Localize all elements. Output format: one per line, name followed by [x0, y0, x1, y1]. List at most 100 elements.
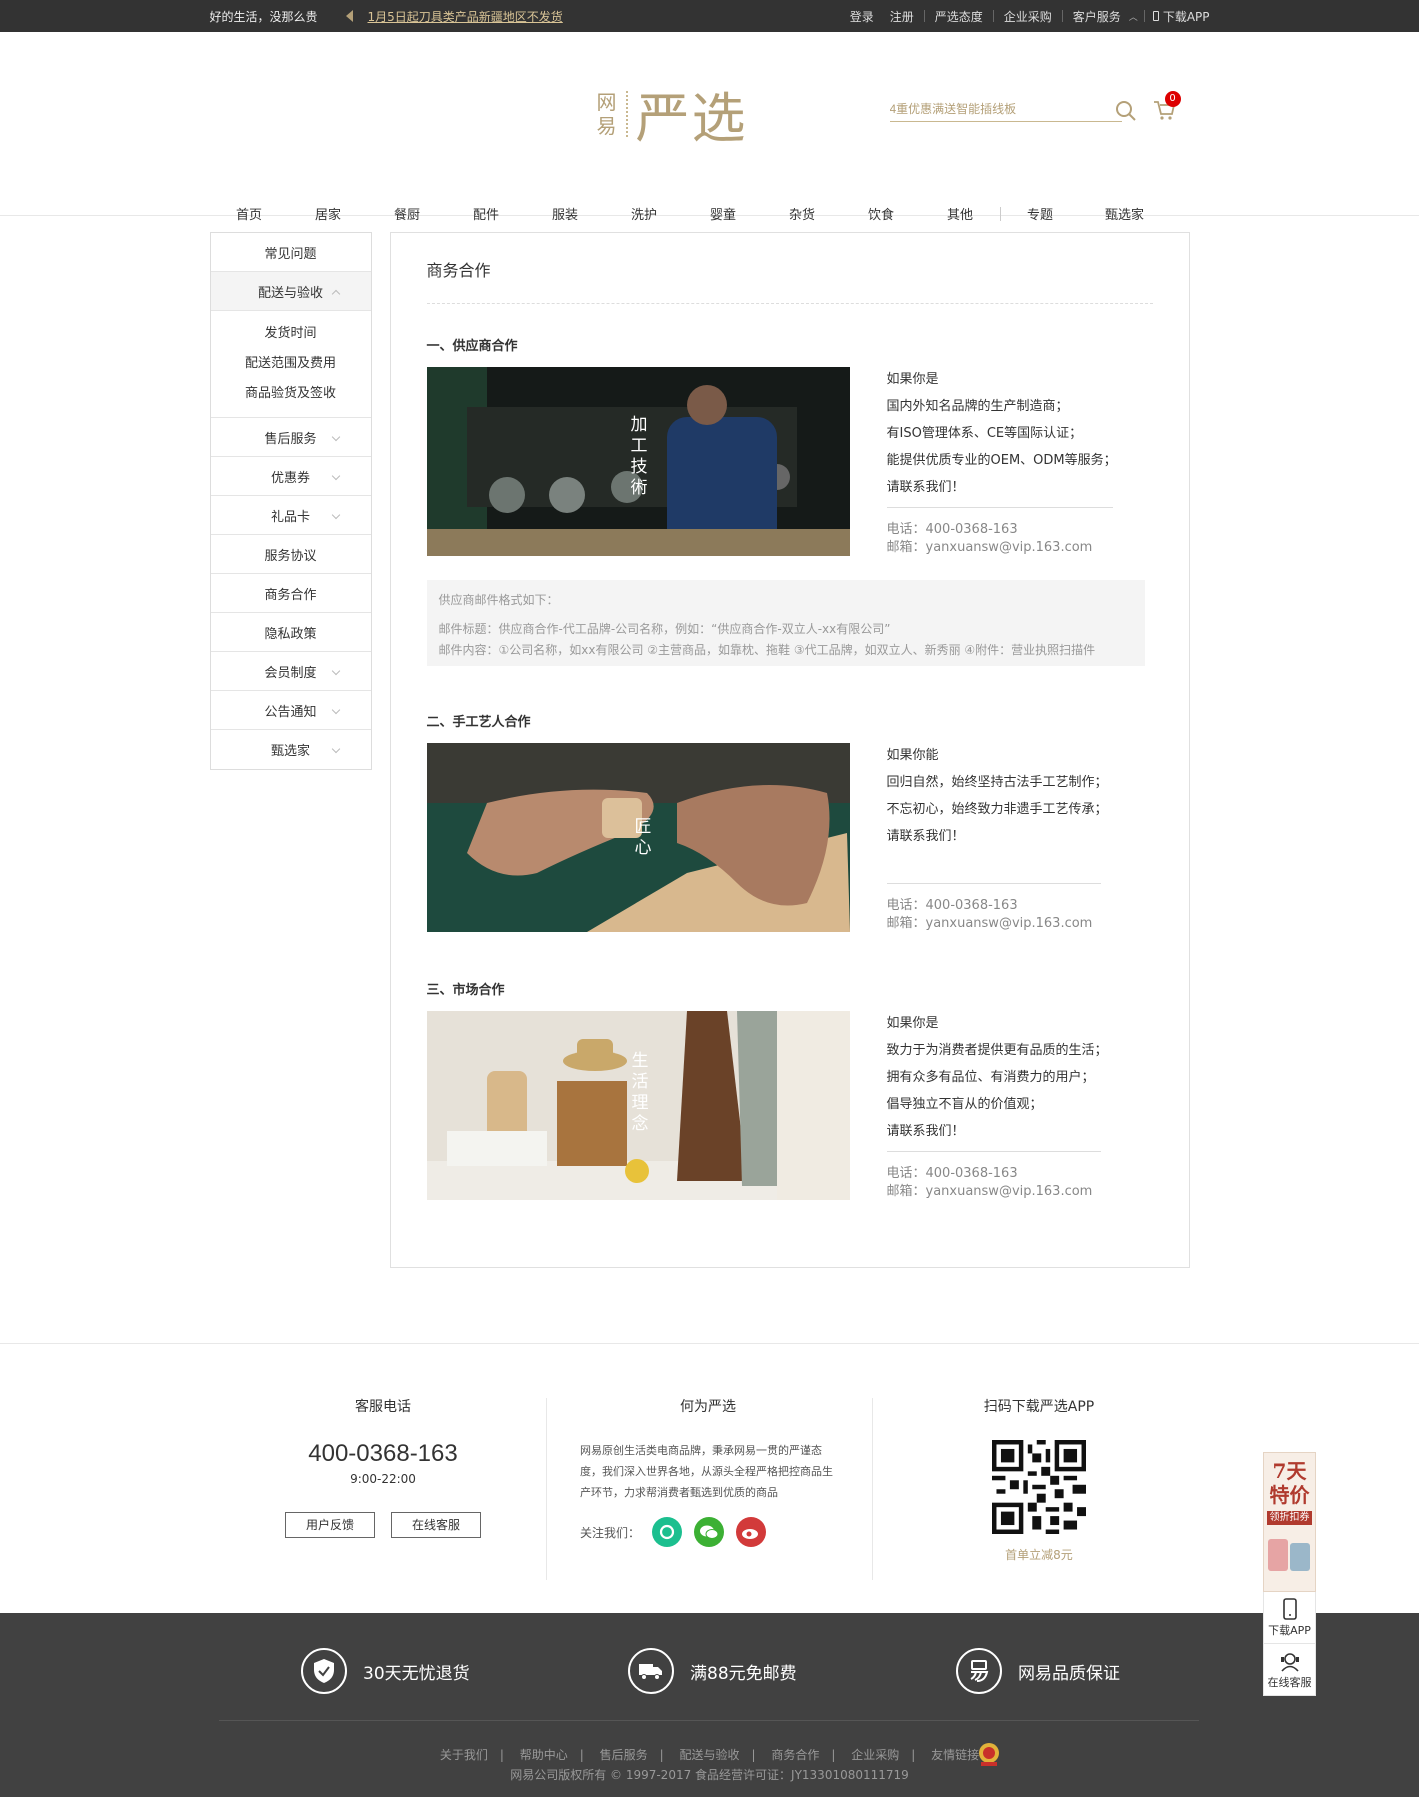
supplier-description: 如果你是 国内外知名品牌的生产制造商； 有ISO管理体系、CE等国际认证； 能提… — [887, 366, 1117, 501]
sidebar-item-gift-card[interactable]: 礼品卡 — [210, 496, 371, 535]
service-phone: 400-0368-163 — [308, 1440, 458, 1467]
title-divider — [426, 303, 1153, 304]
section-title-craftsman: 二、手工艺人合作 — [426, 715, 531, 730]
contact-email: 邮箱：yanxuansw@vip.163.com — [886, 916, 1093, 931]
sidebar-item-business[interactable]: 商务合作 — [210, 574, 371, 613]
sidebar-sub-item-ship-time[interactable]: 发货时间 — [211, 319, 371, 349]
notice-link[interactable]: 1月5日起刀具类产品新疆地区不发货 — [345, 8, 563, 25]
enterprise-link[interactable]: 企业采购 — [996, 8, 1060, 25]
footer-link-enterprise[interactable]: 企业采购 — [851, 1748, 899, 1762]
float-online-service[interactable]: 在线客服 — [1263, 1644, 1316, 1696]
footer-link-friends[interactable]: 友情链接 — [931, 1748, 979, 1762]
float-download-label: 下载APP — [1268, 1624, 1311, 1637]
special-offer-banner[interactable]: 7天特价 领折扣券 — [1263, 1452, 1316, 1592]
police-badge-icon[interactable] — [976, 1741, 1002, 1767]
search-input[interactable] — [889, 102, 1090, 116]
footer-divider — [872, 1398, 873, 1580]
copyright: 网易公司版权所有 © 1997-2017 食品经营许可证：JY133010801… — [510, 1768, 909, 1782]
sidebar-item-delivery[interactable]: 配送与验收 — [210, 272, 371, 311]
qr-code-icon — [992, 1440, 1086, 1534]
chevron-down-icon — [331, 744, 340, 754]
attitude-link[interactable]: 严选态度 — [927, 8, 991, 25]
weibo-icon[interactable] — [736, 1517, 767, 1547]
promise-shipping-label: 满88元免邮费 — [690, 1663, 797, 1684]
contact-phone: 电话：400-0368-163 — [886, 522, 1018, 537]
email-format-content: 邮件内容：①公司名称，如xx有限公司 ②主营商品，如靠枕、拖鞋 ③代工品牌，如双… — [438, 643, 1096, 657]
footer-app-col: 扫码下载严选APP 首单立减8元 — [919, 1344, 1159, 1563]
sidebar-item-label: 会员制度 — [264, 665, 317, 681]
wechat-icon[interactable] — [694, 1517, 725, 1547]
promise-shipping: 满88元免邮费 — [628, 1648, 797, 1694]
contact-divider — [886, 883, 1101, 884]
service-hours: 9:00-22:00 — [350, 1472, 416, 1486]
about-description: 网易原创生活类电商品牌，秉承网易一贯的严谨态度，我们深入世界各地，从源头全程严格… — [580, 1444, 833, 1499]
mobile-icon — [1282, 1598, 1297, 1620]
market-description: 如果你是 致力于为消费者提供更有品质的生活； 拥有众多有品位、有消费力的用户； … — [887, 1010, 1108, 1145]
search-icon[interactable] — [1115, 100, 1137, 122]
promo-tag: 领折扣券 — [1267, 1511, 1312, 1525]
customer-service-link[interactable]: 客户服务 — [1065, 8, 1129, 25]
promo-title: 7天特价 — [1269, 1459, 1310, 1507]
sidebar-item-coupons[interactable]: 优惠券 — [210, 457, 371, 496]
sidebar-item-agreement[interactable]: 服务协议 — [210, 535, 371, 574]
online-service-button[interactable]: 在线客服 — [391, 1512, 481, 1538]
footer-link-after-sales[interactable]: 售后服务 — [600, 1748, 648, 1762]
chevron-down-icon — [331, 705, 340, 715]
text-line: 不忘初心，始终致力非遗手工艺传承； — [886, 802, 1108, 817]
login-link[interactable]: 登录 — [842, 8, 882, 25]
search-box[interactable] — [889, 102, 1122, 122]
yixin-icon[interactable] — [652, 1517, 683, 1547]
feedback-button[interactable]: 用户反馈 — [285, 1512, 375, 1538]
float-service-label: 在线客服 — [1267, 1676, 1312, 1689]
text-line: 请联系我们！ — [886, 1124, 965, 1139]
sidebar-item-label: 优惠券 — [270, 470, 310, 486]
sidebar-sub-item-range[interactable]: 配送范围及费用 — [211, 349, 371, 379]
footer-about-col: 何为严选 网易原创生活类电商品牌，秉承网易一贯的严谨态度，我们深入世界各地，从源… — [580, 1344, 836, 1547]
footer-link-business[interactable]: 商务合作 — [771, 1748, 819, 1762]
footer-link-delivery[interactable]: 配送与验收 — [679, 1748, 739, 1762]
service-title: 客服电话 — [355, 1399, 411, 1415]
chevron-down-icon — [331, 666, 340, 676]
follow-us: 关注我们： — [580, 1517, 836, 1547]
text-line: 如果你是 — [886, 1016, 939, 1031]
craftsman-description: 如果你能 回归自然，始终坚持古法手工艺制作； 不忘初心，始终致力非遗手工艺传承；… — [887, 742, 1108, 850]
text-line: 倡导独立不盲从的价值观； — [886, 1097, 1043, 1112]
follow-label: 关注我们： — [580, 1525, 641, 1540]
text-line: 能提供优质专业的OEM、ODM等服务； — [886, 453, 1117, 468]
footer-link-help[interactable]: 帮助中心 — [520, 1748, 568, 1762]
sidebar-item-label: 隐私政策 — [264, 626, 317, 642]
download-app-link[interactable]: 下载APP — [1147, 8, 1210, 25]
header: 网易 严选 0 首页 居家 餐厨 配件 服装 洗护 婴童 杂货 饮食 其他 — [0, 32, 1419, 223]
sidebar-item-membership[interactable]: 会员制度 — [210, 652, 371, 691]
sidebar-item-label: 商务合作 — [264, 587, 317, 603]
footer-link-about[interactable]: 关于我们 — [440, 1748, 488, 1762]
sidebar-item-privacy[interactable]: 隐私政策 — [210, 613, 371, 652]
sidebar-item-selectors[interactable]: 甄选家 — [211, 730, 371, 769]
promise-return: 30天无忧退货 — [301, 1648, 470, 1694]
footer-phone-col: 客服电话 400-0368-163 9:00-22:00 用户反馈 在线客服 — [263, 1344, 503, 1538]
sidebar-item-notices[interactable]: 公告通知 — [210, 691, 371, 730]
contact-email: 邮箱：yanxuansw@vip.163.com — [886, 1184, 1093, 1199]
logo[interactable]: 网易 严选 — [596, 74, 748, 153]
divider — [992, 10, 994, 22]
footer-divider — [219, 1720, 1199, 1721]
sidebar-item-faq[interactable]: 常见问题 — [210, 233, 371, 272]
register-link[interactable]: 注册 — [882, 8, 922, 25]
sidebar-sub-item-inspect[interactable]: 商品验货及签收 — [211, 379, 371, 409]
sidebar-item-after-sales[interactable]: 售后服务 — [210, 418, 371, 457]
text-line: 请联系我们！ — [886, 829, 965, 844]
notice-text[interactable]: 1月5日起刀具类产品新疆地区不发货 — [368, 8, 563, 25]
speaker-icon — [345, 10, 353, 22]
sidebar-item-label: 甄选家 — [270, 744, 310, 759]
promise-return-label: 30天无忧退货 — [363, 1663, 470, 1684]
contact-divider — [886, 507, 1113, 508]
top-links: 登录 注册 严选态度 企业采购 客户服务 ︿ 下载APP — [842, 8, 1210, 25]
float-download-app[interactable]: 下载APP — [1263, 1592, 1316, 1644]
cart-badge: 0 — [1164, 91, 1181, 107]
footer-links: 关于我们 | 帮助中心 | 售后服务 | 配送与验收 | 商务合作 | 企业采购 | 友情链… — [439, 1748, 980, 1762]
footer-service: 客服电话 400-0368-163 9:00-22:00 用户反馈 在线客服 何… — [0, 1343, 1419, 1613]
top-bar: 好的生活，没那么贵 1月5日起刀具类产品新疆地区不发货 登录 注册 严选态度 企… — [0, 0, 1419, 32]
market-image: 生活理念 — [426, 1011, 850, 1200]
sidebar-item-label: 常见问题 — [264, 246, 317, 262]
text-line: 有ISO管理体系、CE等国际认证； — [886, 426, 1083, 441]
